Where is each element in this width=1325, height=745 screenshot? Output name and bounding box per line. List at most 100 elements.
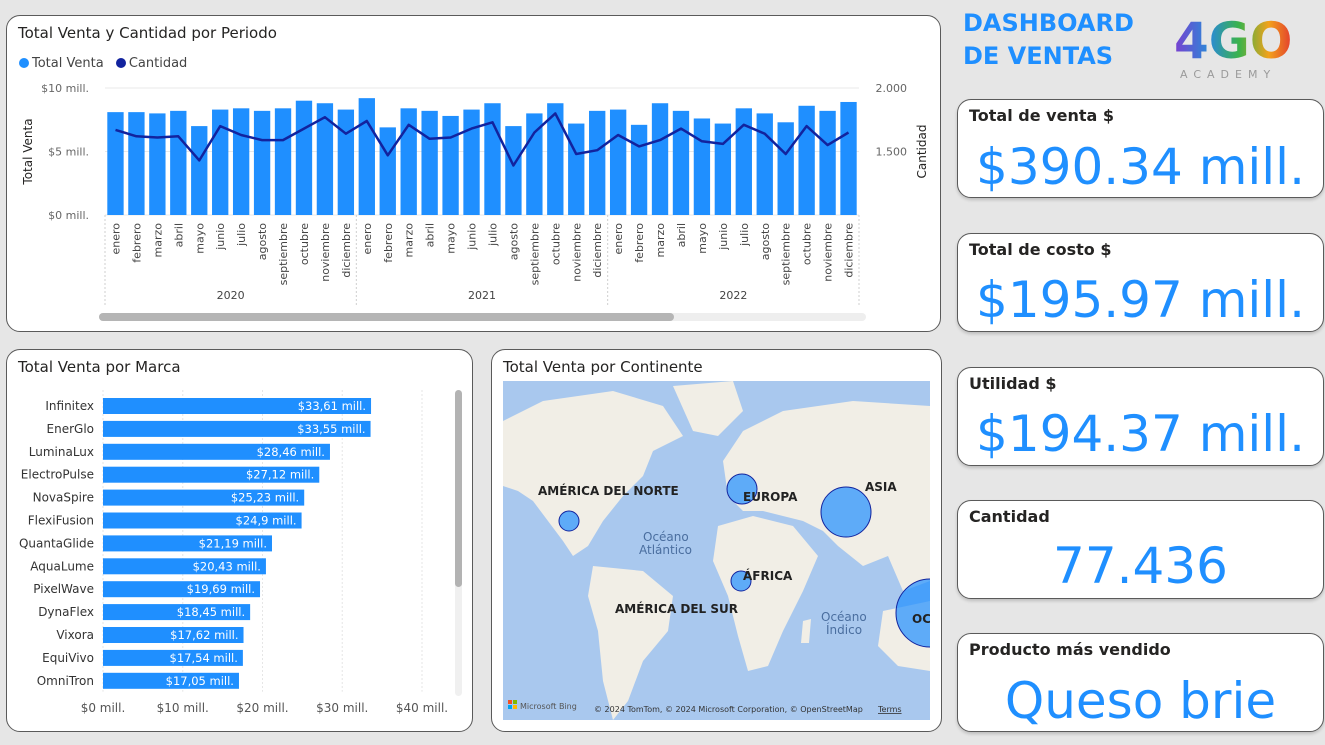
sales-by-continent-card[interactable]: Total Venta por Continente AMÉRICA DEL N… bbox=[491, 349, 942, 732]
brand-label: FlexiFusion bbox=[28, 514, 94, 528]
bar-total-venta bbox=[358, 98, 375, 215]
logo-text: 4GO bbox=[1174, 12, 1292, 70]
brand-data-label: $25,23 mill. bbox=[231, 491, 299, 505]
bar-total-venta bbox=[484, 103, 501, 215]
bar-total-venta bbox=[379, 127, 396, 215]
x-tick-label-month: marzo bbox=[654, 223, 667, 258]
x-tick-label-month: febrero bbox=[130, 223, 143, 263]
brand-bar-chart[interactable]: $0 mill. $10 mill. $20 mill. $30 mill. $40 m… bbox=[7, 350, 474, 733]
map-copyright: © 2024 TomTom, © 2024 Microsoft Corporat… bbox=[594, 705, 863, 714]
bar-total-venta bbox=[232, 108, 250, 215]
bar-total-venta bbox=[672, 110, 690, 215]
bing-brand: Microsoft Bing bbox=[520, 702, 577, 711]
x-tick-label-month: febrero bbox=[382, 223, 395, 263]
x-tick-label-month: septiembre bbox=[780, 223, 793, 286]
bar-total-venta bbox=[505, 126, 522, 215]
brand-label: Vixora bbox=[56, 628, 94, 642]
bar-total-venta bbox=[149, 113, 166, 215]
bar-total-venta bbox=[693, 118, 711, 215]
x-tick-label-month: abril bbox=[675, 223, 688, 247]
combo-chart[interactable]: $0 mill.$5 mill.$10 mill.1.5002.000Total… bbox=[7, 16, 942, 333]
world-map[interactable]: AMÉRICA DEL NORTE EUROPA ASIA ÁFRICA AMÉ… bbox=[503, 381, 930, 720]
sales-by-brand-card[interactable]: Total Venta por Marca $0 mill. $10 mill. $… bbox=[6, 349, 473, 732]
kpi-card-utilidad[interactable]: Utilidad $ $194.37 mill. bbox=[957, 367, 1324, 466]
label-atlantic-1: Océano bbox=[643, 530, 689, 544]
x-tick-label-month: septiembre bbox=[528, 223, 541, 286]
kpi-card-total-venta[interactable]: Total de venta $ $390.34 mill. bbox=[957, 99, 1324, 198]
bar-total-venta bbox=[819, 110, 836, 215]
brand-data-label: $17,05 mill. bbox=[166, 674, 234, 688]
brand-data-label: $24,9 mill. bbox=[236, 514, 297, 528]
x-tick-label-month: junio bbox=[466, 223, 479, 251]
brand-label: EnerGlo bbox=[47, 422, 94, 436]
bing-logo-icon bbox=[508, 700, 512, 704]
brand-data-label: $19,69 mill. bbox=[187, 582, 255, 596]
asia-bubble[interactable] bbox=[820, 486, 872, 538]
bar-total-venta bbox=[651, 103, 669, 215]
bar-total-venta bbox=[191, 126, 208, 215]
label-indian-2: Índico bbox=[826, 622, 862, 637]
x-tick-label-month: diciembre bbox=[340, 223, 353, 278]
x-tick-label-month: marzo bbox=[151, 223, 164, 258]
label-indian-1: Océano bbox=[821, 610, 867, 624]
dashboard-title: DASHBOARD DE VENTAS bbox=[963, 7, 1134, 73]
sales-quantity-chart-card[interactable]: Total Venta y Cantidad por Periodo Total… bbox=[6, 15, 941, 332]
kpi-title: Cantidad bbox=[969, 507, 1050, 526]
x-tick-label-month: noviembre bbox=[570, 223, 583, 282]
x-tick-label-month: julio bbox=[738, 223, 751, 247]
brand-label: EquiVivo bbox=[42, 651, 94, 665]
4go-academy-logo: 4GO ACADEMY bbox=[1174, 12, 1292, 81]
x-tick-label-month: marzo bbox=[403, 223, 416, 258]
brand-label: ElectroPulse bbox=[21, 468, 94, 482]
dashboard-title-line1: DASHBOARD bbox=[963, 9, 1134, 37]
x-tick-label-month: enero bbox=[612, 223, 625, 255]
bing-logo-icon-part bbox=[513, 700, 517, 704]
brand-label: DynaFlex bbox=[38, 605, 94, 619]
scrollbar-thumb[interactable] bbox=[455, 390, 462, 587]
bar-total-venta bbox=[107, 112, 124, 215]
kpi-title: Total de venta $ bbox=[969, 106, 1114, 125]
kpi-card-total-costo[interactable]: Total de costo $ $195.97 mill. bbox=[957, 233, 1324, 332]
x-tick-label-month: octubre bbox=[298, 223, 311, 265]
kpi-card-cantidad[interactable]: Cantidad 77.436 bbox=[957, 500, 1324, 599]
chart-horizontal-scrollbar[interactable] bbox=[99, 313, 866, 321]
kpi-title: Producto más vendido bbox=[969, 640, 1171, 659]
brand-data-label: $33,55 mill. bbox=[297, 422, 365, 436]
bar-total-venta bbox=[589, 110, 606, 215]
scrollbar-thumb[interactable] bbox=[99, 313, 674, 321]
x-tick-label: $20 mill. bbox=[236, 701, 288, 715]
north-america-bubble[interactable] bbox=[558, 510, 580, 532]
y-axis-title: Total Venta bbox=[21, 118, 35, 185]
x-tick-label-month: noviembre bbox=[319, 223, 332, 282]
label-europe: EUROPA bbox=[743, 490, 798, 504]
x-tick-label-year: 2022 bbox=[719, 289, 747, 302]
y2-tick-label: 1.500 bbox=[876, 146, 908, 159]
x-tick-label-month: febrero bbox=[633, 223, 646, 263]
x-tick-label-month: agosto bbox=[256, 223, 269, 260]
kpi-value: $390.34 mill. bbox=[976, 138, 1305, 196]
x-tick-label-month: enero bbox=[361, 223, 374, 255]
dashboard-title-line2: DE VENTAS bbox=[963, 42, 1114, 70]
x-tick-label: $10 mill. bbox=[157, 701, 209, 715]
logo-subtext: ACADEMY bbox=[1180, 68, 1276, 81]
kpi-value: $195.97 mill. bbox=[976, 271, 1305, 329]
brand-label: PixelWave bbox=[33, 582, 94, 596]
bing-logo-icon-part bbox=[508, 705, 512, 709]
kpi-card-producto-mas-vendido[interactable]: Producto más vendido Queso brie bbox=[957, 633, 1324, 732]
label-africa: ÁFRICA bbox=[743, 568, 793, 583]
bar-total-venta bbox=[274, 108, 292, 215]
brand-data-label: $17,54 mill. bbox=[170, 651, 238, 665]
map-terms-link[interactable]: Terms bbox=[877, 705, 902, 714]
x-tick-label-month: julio bbox=[486, 223, 499, 247]
brand-label: LuminaLux bbox=[29, 445, 94, 459]
y2-tick-label: 2.000 bbox=[876, 82, 908, 95]
bar-total-venta bbox=[609, 109, 627, 215]
brand-chart-vertical-scrollbar[interactable] bbox=[455, 390, 462, 696]
label-asia: ASIA bbox=[865, 480, 897, 494]
bar-total-venta bbox=[253, 110, 271, 215]
label-north-america: AMÉRICA DEL NORTE bbox=[538, 483, 679, 498]
x-tick-label-month: junio bbox=[214, 223, 227, 251]
kpi-value: Queso brie bbox=[1004, 672, 1277, 730]
brand-data-label: $20,43 mill. bbox=[193, 559, 261, 573]
x-tick-label-month: enero bbox=[109, 223, 122, 255]
